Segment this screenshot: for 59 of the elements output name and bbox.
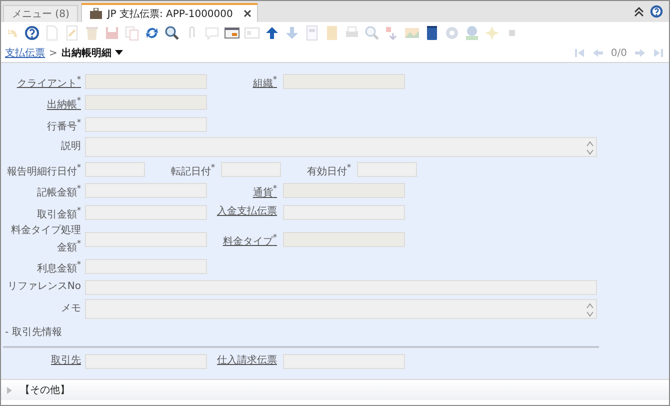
input-field[interactable] [283,354,405,369]
field-label-link[interactable]: 入金支払伝票 [207,206,283,218]
field-label-link[interactable]: 仕入請求伝票 [207,355,283,368]
help-icon[interactable] [24,25,40,41]
select-field[interactable] [283,74,405,90]
close-icon[interactable] [244,10,251,17]
refresh-icon[interactable] [144,25,160,41]
select-field[interactable] [283,232,405,248]
scroll-arrows-icon[interactable] [586,140,594,156]
field-label: 取引金額$^{*}$ [36,204,82,221]
field-label: 有効日付$^{*}$ [306,160,352,178]
breadcrumb-current: 出納帳明細 [61,46,112,60]
select-field[interactable] [283,183,405,198]
input-field[interactable] [85,232,207,248]
collapse-icon[interactable] [634,6,644,16]
scroll-arrows-icon[interactable] [586,302,594,318]
input-field[interactable] [85,183,207,198]
section-title[interactable]: - 取引先情報 [3,324,62,339]
up-arrow-icon[interactable] [264,25,280,41]
field-label-link[interactable]: 出納帳$^{*}$ [3,94,85,112]
field-label: 報告明細行日付$^{*}$ [6,160,82,178]
select-field[interactable] [85,74,207,90]
breadcrumb-link[interactable]: 支払伝票 [5,46,45,60]
window-tab[interactable]: JP 支払伝票: APP-1000000 [81,3,258,22]
field-label-link[interactable]: クライアント$^{*}$ [3,73,85,90]
book-icon[interactable] [424,25,440,41]
field-label: 転記日付$^{*}$ [170,160,216,178]
field-label: メモ [60,302,82,315]
record-counter: 0/0 [610,48,627,58]
help-icon[interactable] [650,5,663,18]
text-area[interactable] [85,298,597,319]
field-label-link[interactable]: 組織$^{*}$ [207,73,283,90]
field-label: 説明 [60,140,82,153]
field-label: リファレンスNo [6,281,82,294]
input-field[interactable] [85,259,207,274]
field-label: 利息金額$^{*}$ [36,258,82,276]
field-label: 行番号$^{*}$ [46,116,82,133]
text-area[interactable] [85,136,597,157]
field-label-link[interactable]: 通貨$^{*}$ [207,182,283,200]
caret-icon[interactable] [115,50,124,56]
magnifier-icon[interactable] [164,25,180,41]
select-field[interactable] [85,95,207,110]
date-field[interactable] [357,162,417,178]
input-field[interactable] [85,204,207,220]
input-field[interactable] [85,354,207,369]
input-field[interactable] [85,116,207,132]
briefcase-icon [90,8,102,19]
date-field[interactable] [85,162,145,178]
collapsible-group[interactable]: 【その他】 [1,379,669,400]
breadcrumb-separator: > [49,48,58,58]
field-label-link[interactable]: 取引先 [3,355,85,368]
field-label-link[interactable]: 料金タイプ$^{*}$ [207,230,283,248]
input-field[interactable] [85,280,597,295]
window-tab[interactable]: メニュー (8) [3,5,78,22]
date-field[interactable] [221,162,281,178]
field-label: 記帳金額$^{*}$ [36,182,82,200]
table-icon[interactable] [224,25,240,41]
field-label: 料金タイプ処理金額$^{*}$ [10,224,82,254]
input-field[interactable] [283,204,405,220]
